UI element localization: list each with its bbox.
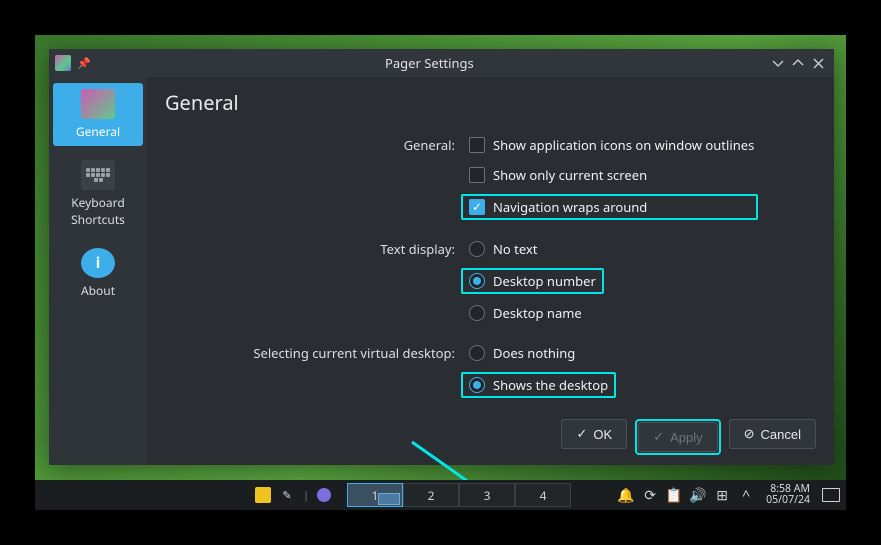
notification-icon[interactable]: 🔔 [618, 487, 634, 503]
pager-icon [81, 89, 115, 119]
group-label: General: [165, 134, 465, 154]
radio-desktop-name[interactable]: Desktop name [465, 302, 604, 324]
checkbox-icon [469, 199, 485, 215]
info-icon: i [81, 248, 115, 278]
pin-icon[interactable]: 📌 [77, 56, 91, 71]
sidebar-item-label: Keyboard Shortcuts [71, 194, 125, 228]
pager-window-preview [378, 493, 400, 505]
group-text-display: Text display: No text Desktop number [165, 238, 816, 324]
sidebar-item-keyboard-shortcuts[interactable]: Keyboard Shortcuts [53, 154, 143, 234]
radio-icon [469, 241, 485, 257]
radio-does-nothing[interactable]: Does nothing [465, 342, 616, 364]
checkbox-show-only-current-screen[interactable]: Show only current screen [465, 164, 758, 186]
radio-icon [469, 305, 485, 321]
pen-icon[interactable]: ✎ [279, 487, 295, 503]
option-label: Show only current screen [493, 166, 647, 184]
pager-desktop-4[interactable]: 4 [515, 483, 571, 507]
clipboard-icon[interactable]: 📋 [666, 487, 682, 503]
chevron-up-icon[interactable]: ^ [738, 487, 754, 503]
apply-button[interactable]: ✓ Apply [638, 422, 717, 452]
pager-desktop-1[interactable]: 1 [347, 483, 403, 507]
option-label: Navigation wraps around [493, 198, 647, 216]
radio-desktop-number[interactable]: Desktop number [461, 268, 604, 294]
radio-icon [469, 345, 485, 361]
window-title: Pager Settings [91, 54, 768, 72]
minimize-button[interactable] [768, 53, 788, 73]
checkbox-navigation-wraps[interactable]: Navigation wraps around [461, 194, 758, 220]
button-label: OK [593, 427, 612, 442]
group-general: General: Show application icons on windo… [165, 134, 816, 220]
radio-icon [469, 377, 485, 393]
update-icon[interactable]: ⟳ [642, 487, 658, 503]
maximize-button[interactable] [788, 53, 808, 73]
button-bar: ✓ OK ✓ Apply ⊘ Cancel [165, 409, 816, 455]
sidebar-item-label: General [76, 123, 120, 140]
cancel-button[interactable]: ⊘ Cancel [729, 419, 816, 449]
option-label: Desktop name [493, 304, 582, 322]
button-label: Apply [670, 430, 703, 445]
group-selecting-current-desktop: Selecting current virtual desktop: Does … [165, 342, 816, 398]
volume-icon[interactable]: 🔊 [690, 487, 706, 503]
group-label: Selecting current virtual desktop: [165, 342, 465, 362]
app-icon [55, 55, 71, 71]
pager-desktop-2[interactable]: 2 [403, 483, 459, 507]
radio-no-text[interactable]: No text [465, 238, 604, 260]
pager-desktop-3[interactable]: 3 [459, 483, 515, 507]
main-panel: General General: Show application icons … [147, 77, 834, 465]
separator: | [303, 488, 309, 503]
note-icon[interactable] [255, 487, 271, 503]
check-icon: ✓ [576, 426, 587, 442]
network-icon[interactable]: ⊞ [714, 487, 730, 503]
page-title: General [165, 89, 816, 116]
close-button[interactable] [808, 53, 828, 73]
radio-shows-desktop[interactable]: Shows the desktop [461, 372, 616, 398]
pager-settings-window: 📌 Pager Settings General Keyboard Shortc… [49, 49, 834, 465]
taskbar-pager: 1 2 3 4 [347, 483, 571, 507]
pager-label: 2 [428, 487, 435, 504]
checkbox-icon [469, 137, 485, 153]
pager-label: 3 [484, 487, 491, 504]
circle-icon[interactable] [317, 488, 331, 502]
desktop: 📌 Pager Settings General Keyboard Shortc… [35, 35, 846, 510]
button-label: Cancel [761, 427, 801, 442]
pager-label: 4 [540, 487, 547, 504]
option-label: No text [493, 240, 537, 258]
clock[interactable]: 8:58 AM 05/07/24 [762, 484, 814, 506]
show-desktop-button[interactable] [822, 488, 840, 502]
cancel-icon: ⊘ [744, 426, 755, 442]
keyboard-icon [81, 160, 115, 190]
system-tray: 🔔 ⟳ 📋 🔊 ⊞ ^ [618, 487, 754, 503]
option-label: Does nothing [493, 344, 575, 362]
option-label: Desktop number [493, 272, 596, 290]
option-label: Shows the desktop [493, 376, 608, 394]
sidebar: General Keyboard Shortcuts i About [49, 77, 147, 465]
checkbox-show-app-icons[interactable]: Show application icons on window outline… [465, 134, 758, 156]
taskbar: ✎ | 1 2 3 4 🔔 ⟳ 📋 🔊 ⊞ ^ [35, 480, 846, 510]
check-icon: ✓ [653, 429, 664, 445]
sidebar-item-label: About [81, 282, 115, 299]
group-label: Text display: [165, 238, 465, 258]
option-label: Show application icons on window outline… [493, 136, 754, 154]
clock-date: 05/07/24 [766, 495, 810, 506]
ok-button[interactable]: ✓ OK [561, 419, 627, 449]
checkbox-icon [469, 167, 485, 183]
apply-highlight: ✓ Apply [635, 419, 720, 455]
radio-icon [469, 273, 485, 289]
sidebar-item-general[interactable]: General [53, 83, 143, 146]
titlebar[interactable]: 📌 Pager Settings [49, 49, 834, 77]
sidebar-item-about[interactable]: i About [53, 242, 143, 305]
